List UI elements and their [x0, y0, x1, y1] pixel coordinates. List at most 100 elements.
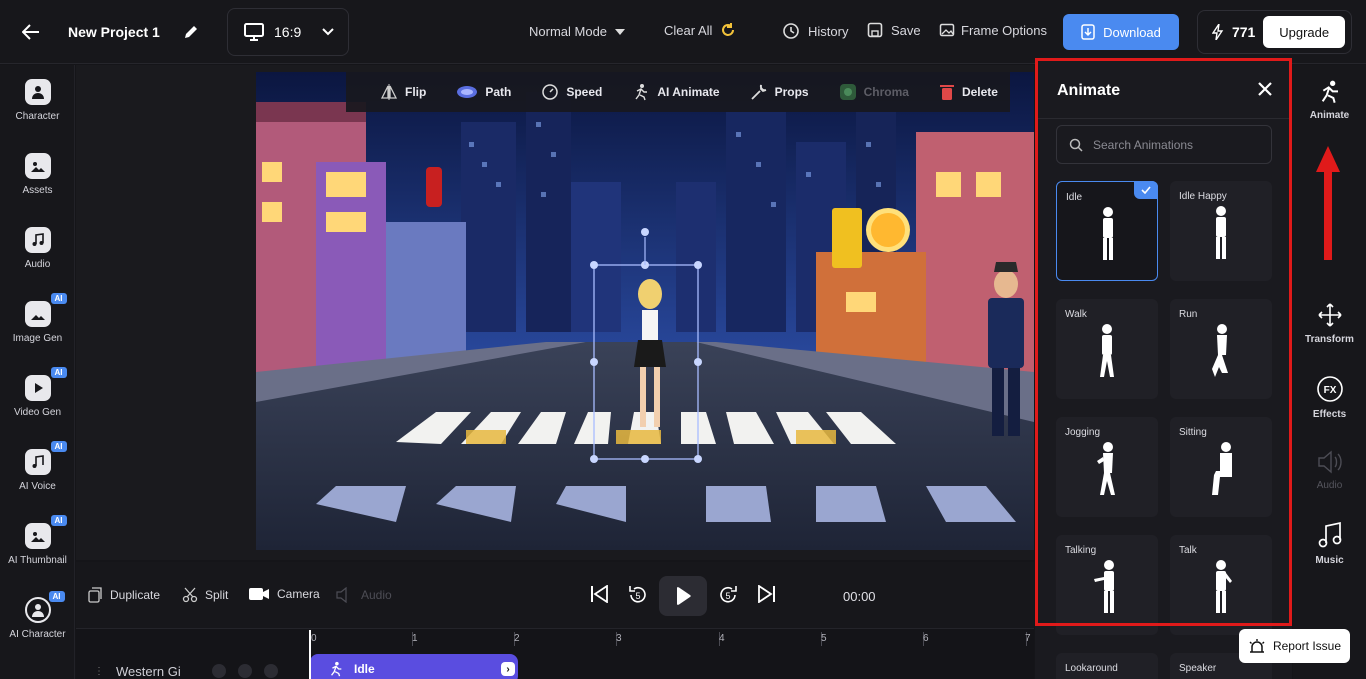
- animation-name: Sitting: [1179, 427, 1207, 438]
- speedometer-icon: [542, 84, 559, 100]
- rewind-seconds: 5: [635, 591, 640, 601]
- aspect-ratio-select[interactable]: 16:9: [227, 8, 349, 56]
- image-gen-icon: AI: [24, 293, 67, 327]
- sidebar-item-effects[interactable]: FX Effects: [1293, 375, 1366, 420]
- speed-label: Speed: [566, 85, 603, 99]
- camera-label: Camera: [277, 587, 320, 601]
- skip-end-button[interactable]: [757, 585, 777, 603]
- ai-animate-button[interactable]: AI Animate: [632, 83, 720, 101]
- drag-handle-icon[interactable]: ⋮: [94, 666, 104, 677]
- rename-project-button[interactable]: [180, 21, 202, 43]
- ai-voice-icon: AI: [24, 441, 67, 475]
- credits-panel: 771 Upgrade: [1197, 10, 1352, 54]
- sidebar-item-music[interactable]: Music: [1293, 521, 1366, 566]
- animation-card-talking[interactable]: Talking: [1056, 535, 1158, 635]
- play-button[interactable]: [659, 576, 707, 616]
- ruler-label: 3: [616, 633, 622, 644]
- sidebar-item-video-gen[interactable]: AI Video Gen: [0, 367, 75, 418]
- animation-card-idle[interactable]: Idle: [1056, 181, 1158, 281]
- scene-canvas[interactable]: [256, 72, 1034, 550]
- animation-card-walk[interactable]: Walk: [1056, 299, 1158, 399]
- sidebar-item-label: AI Character: [9, 629, 66, 640]
- close-icon[interactable]: [264, 664, 278, 678]
- mode-select[interactable]: Normal Mode: [529, 24, 626, 39]
- skip-back-icon: [591, 585, 608, 603]
- animation-card-talk[interactable]: Talk: [1170, 535, 1272, 635]
- delete-label: Delete: [961, 85, 998, 99]
- panel-divider: [1035, 118, 1292, 119]
- ruler-label: 5: [821, 633, 827, 644]
- duplicate-button[interactable]: Duplicate: [88, 587, 160, 603]
- fast-forward-icon: 5: [720, 586, 737, 603]
- visibility-eye-icon[interactable]: [212, 664, 226, 678]
- sidebar-item-ai-character[interactable]: AI AI Character: [0, 591, 75, 640]
- download-label: Download: [1103, 24, 1161, 40]
- speed-button[interactable]: Speed: [541, 83, 602, 101]
- sitting-figure-icon: [1212, 442, 1232, 495]
- animation-name: Run: [1179, 309, 1198, 320]
- delete-button[interactable]: Delete: [939, 83, 998, 101]
- sidebar-item-ai-voice[interactable]: AI AI Voice: [0, 441, 75, 492]
- search-input[interactable]: [1093, 137, 1263, 152]
- sidebar-item-audio[interactable]: Audio: [1293, 450, 1366, 491]
- audio-track-button[interactable]: Audio: [336, 587, 392, 603]
- props-button[interactable]: Props: [750, 83, 809, 101]
- save-label: Save: [891, 22, 921, 38]
- video-camera-icon: [249, 588, 269, 600]
- duplicate-label: Duplicate: [110, 588, 161, 602]
- animation-card-idle-happy[interactable]: Idle Happy: [1170, 181, 1272, 281]
- animation-card-sitting[interactable]: Sitting: [1170, 417, 1272, 517]
- sidebar-item-character[interactable]: Character: [0, 79, 75, 122]
- animation-name: Idle Happy: [1179, 191, 1227, 202]
- ai-badge: AI: [50, 441, 67, 452]
- animation-card-run[interactable]: Run: [1170, 299, 1272, 399]
- refresh-icon: [722, 23, 735, 36]
- camera-button[interactable]: Camera: [248, 586, 320, 602]
- flip-button[interactable]: Flip: [380, 84, 426, 100]
- sidebar-item-animate[interactable]: Animate: [1293, 80, 1366, 121]
- sidebar-item-label: Transform: [1305, 334, 1354, 345]
- right-sidebar: [1293, 65, 1366, 679]
- split-button[interactable]: Split: [182, 587, 228, 603]
- sidebar-item-ai-thumbnail[interactable]: AI AI Thumbnail: [0, 515, 75, 566]
- report-issue-button[interactable]: Report Issue: [1239, 629, 1350, 663]
- clip-trim-handle-icon[interactable]: ›: [501, 662, 515, 676]
- upgrade-button[interactable]: Upgrade: [1263, 16, 1345, 48]
- clear-all-button[interactable]: Clear All: [664, 22, 736, 38]
- chroma-button[interactable]: Chroma: [839, 83, 909, 101]
- playhead[interactable]: [309, 630, 311, 679]
- project-title[interactable]: New Project 1: [68, 24, 160, 40]
- sidebar-item-image-gen[interactable]: AI Image Gen: [0, 293, 75, 344]
- sidebar-item-transform[interactable]: Transform: [1293, 302, 1366, 345]
- history-button[interactable]: History: [782, 22, 848, 40]
- sidebar-item-audio[interactable]: Audio: [0, 227, 75, 270]
- skip-start-button[interactable]: [589, 585, 609, 603]
- lock-icon[interactable]: [238, 664, 252, 678]
- path-button[interactable]: Path: [456, 84, 511, 100]
- download-button[interactable]: Download: [1063, 14, 1179, 50]
- walk-figure-icon: [1100, 324, 1114, 377]
- run-figure-icon: [1212, 324, 1228, 377]
- track-name: Western Gi: [116, 664, 181, 679]
- animation-search[interactable]: [1056, 125, 1272, 164]
- close-panel-button[interactable]: [1255, 79, 1275, 99]
- sidebar-item-label: AI Voice: [19, 481, 56, 492]
- aspect-ratio-value: 16:9: [274, 24, 302, 40]
- back-button[interactable]: [18, 20, 44, 44]
- animation-name: Jogging: [1065, 427, 1101, 438]
- forward-5-button[interactable]: 5: [716, 583, 740, 607]
- animation-name: Walk: [1065, 309, 1087, 320]
- animation-card-jogging[interactable]: Jogging: [1056, 417, 1158, 517]
- sidebar-item-assets[interactable]: Assets: [0, 153, 75, 196]
- jogging-figure-icon: [1097, 442, 1115, 495]
- animation-card-lookaround[interactable]: Lookaround: [1056, 653, 1158, 679]
- sidebar-item-label: Assets: [22, 185, 53, 196]
- rewind-5-button[interactable]: 5: [626, 583, 650, 607]
- ai-character-icon: AI: [24, 591, 65, 623]
- path-icon: [457, 86, 478, 98]
- save-button[interactable]: Save: [867, 22, 921, 38]
- timeline-clip[interactable]: Idle ›: [310, 654, 518, 679]
- frame-options-button[interactable]: Frame Options: [939, 22, 1047, 38]
- music-note-icon: [1318, 521, 1341, 548]
- music-note-icon: [24, 227, 51, 253]
